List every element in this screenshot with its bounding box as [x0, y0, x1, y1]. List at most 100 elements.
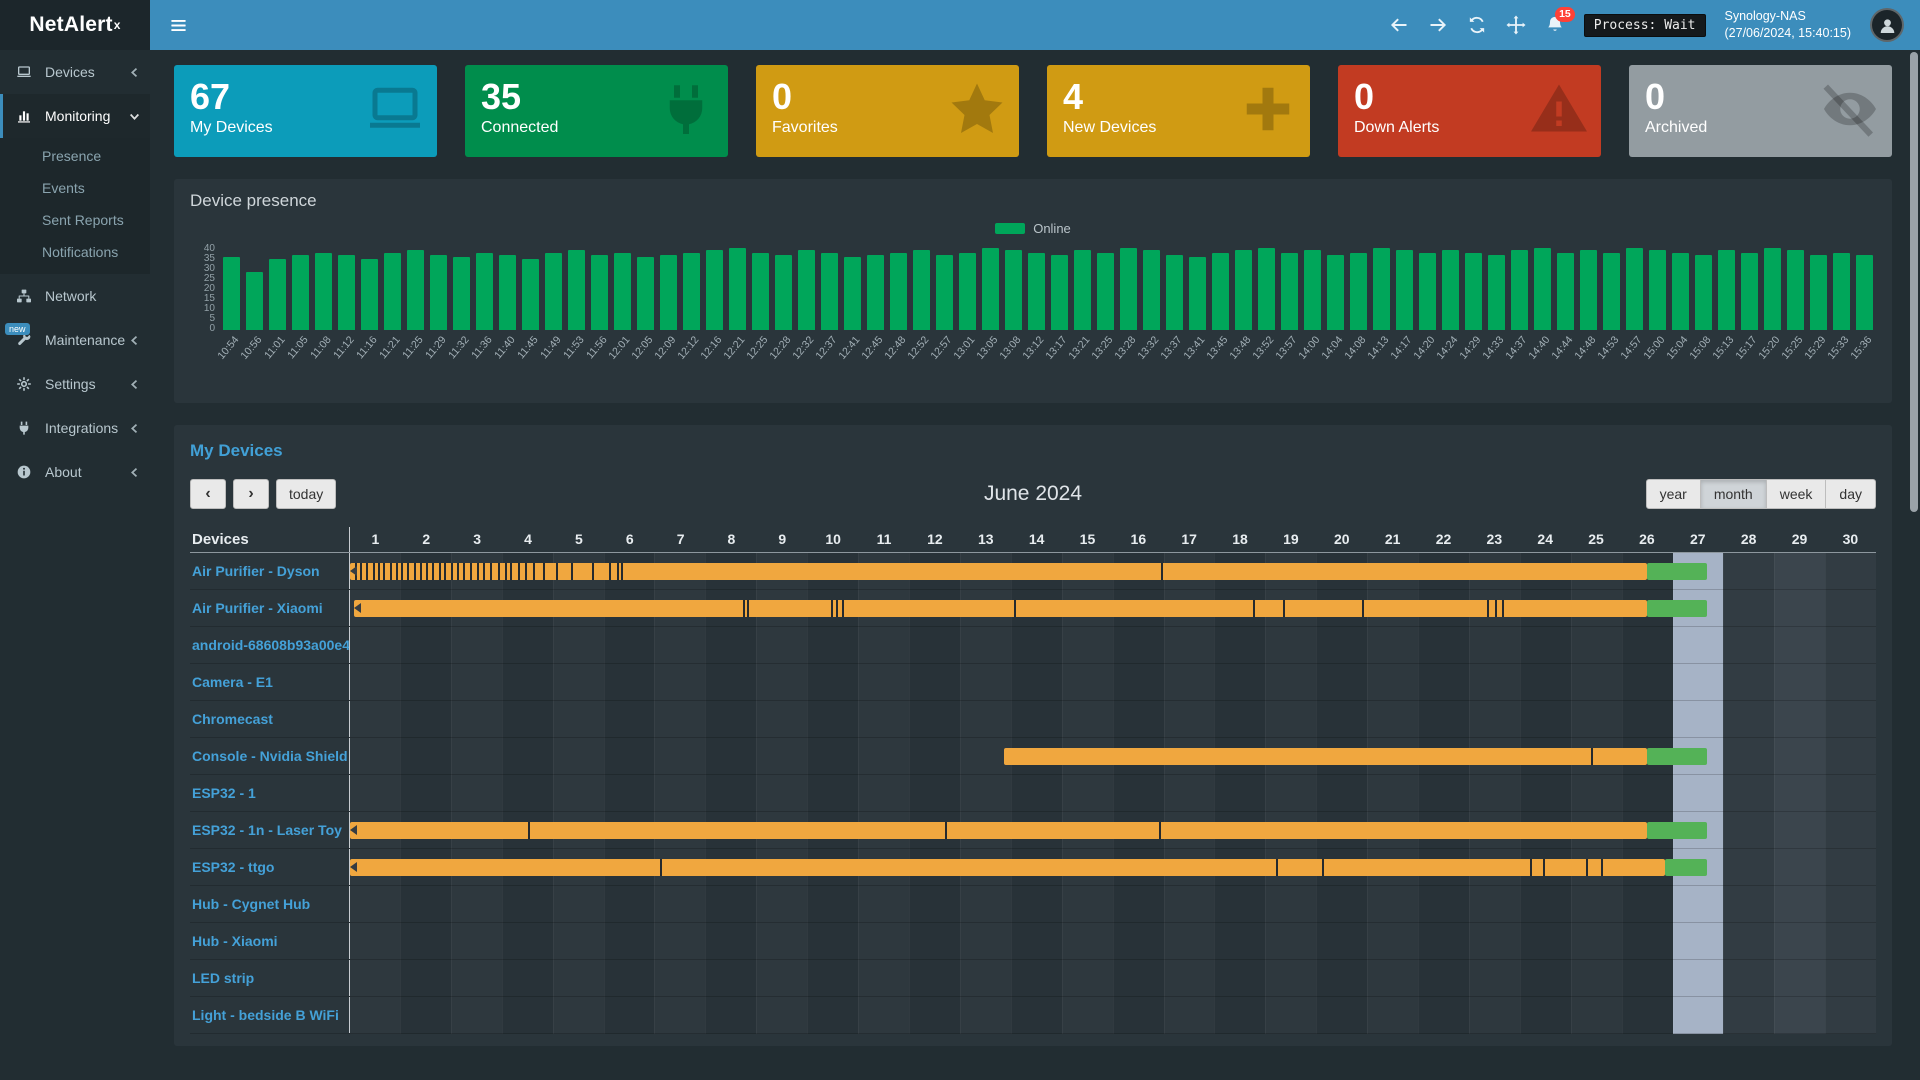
x-tick-label: 14:20 [1412, 334, 1438, 362]
sidebar-item-monitoring[interactable]: Monitoring [0, 94, 150, 138]
x-tick-label: 11:01 [262, 334, 288, 361]
disconnect-gap [533, 563, 535, 580]
online-presence-bar[interactable] [350, 859, 1665, 876]
view-button-day[interactable]: day [1826, 479, 1876, 509]
device-name-link[interactable]: Chromecast [190, 701, 350, 737]
device-name-link[interactable]: Light - bedside B WiFi [190, 997, 350, 1033]
device-name-link[interactable]: android-68608b93a00e4 [190, 627, 350, 663]
online-count-bar [1718, 250, 1736, 330]
now-presence-bar[interactable] [1647, 600, 1707, 617]
sidebar-item-about[interactable]: About [0, 450, 150, 494]
device-name-link[interactable]: Camera - E1 [190, 664, 350, 700]
device-row-light-bedside-b-wifi: Light - bedside B WiFi [190, 997, 1876, 1034]
bar-slot [1186, 244, 1209, 330]
online-count-bar [936, 255, 954, 330]
legend-label: Online [1033, 221, 1071, 236]
scrollbar-thumb[interactable] [1910, 52, 1918, 512]
online-count-bar [1672, 253, 1690, 330]
x-tick-label: 14:44 [1550, 334, 1576, 362]
device-name-link[interactable]: ESP32 - 1 [190, 775, 350, 811]
online-count-bar [1281, 253, 1299, 330]
sidebar-item-integrations[interactable]: Integrations [0, 406, 150, 450]
device-name-link[interactable]: ESP32 - ttgo [190, 849, 350, 885]
nav-forward-icon[interactable] [1428, 15, 1448, 35]
stat-card-new-devices[interactable]: 4New Devices [1047, 65, 1310, 157]
online-count-bar [1626, 248, 1644, 330]
x-tick: 13:41 [1186, 333, 1209, 391]
stat-card-my-devices[interactable]: 67My Devices [174, 65, 437, 157]
sidebar-item-maintenance[interactable]: Maintenancenew [0, 318, 150, 362]
device-name-link[interactable]: Hub - Xiaomi [190, 923, 350, 959]
bar-slot [427, 244, 450, 330]
bar-slot [933, 244, 956, 330]
online-count-bar [913, 250, 931, 330]
online-presence-bar[interactable] [1004, 748, 1647, 765]
bar-slot [1439, 244, 1462, 330]
stat-card-down-alerts[interactable]: 0Down Alerts [1338, 65, 1601, 157]
chevron-left-icon [129, 67, 140, 78]
now-presence-bar[interactable] [1647, 563, 1707, 580]
x-tick-label: 11:45 [515, 334, 541, 361]
disconnect-gap [1586, 859, 1588, 876]
bar-slot [1071, 244, 1094, 330]
device-name-link[interactable]: Air Purifier - Xiaomi [190, 590, 350, 626]
bar-slot [1462, 244, 1485, 330]
nav-back-icon[interactable] [1389, 15, 1409, 35]
refresh-icon[interactable] [1467, 15, 1487, 35]
online-count-bar [1557, 253, 1575, 330]
presence-chart: 4035302520151050 10:5410:5611:0111:0511:… [190, 244, 1876, 391]
x-tick: 14:33 [1485, 333, 1508, 391]
sidebar-item-devices[interactable]: Devices [0, 50, 150, 94]
stat-card-connected[interactable]: 35Connected [465, 65, 728, 157]
sidebar-item-label: About [45, 464, 82, 480]
disconnect-gap [747, 600, 749, 617]
bar-slot [381, 244, 404, 330]
now-presence-bar[interactable] [1647, 748, 1707, 765]
now-presence-bar[interactable] [1665, 859, 1707, 876]
now-presence-bar[interactable] [1647, 822, 1707, 839]
device-row-esp32-ttgo: ESP32 - ttgo [190, 849, 1876, 886]
today-button[interactable]: today [276, 479, 336, 509]
view-button-month[interactable]: month [1701, 479, 1767, 509]
device-name-link[interactable]: Hub - Cygnet Hub [190, 886, 350, 922]
sidebar-subitem-presence[interactable]: Presence [0, 140, 150, 172]
bar-slot [726, 244, 749, 330]
x-tick-label: 12:25 [745, 334, 771, 362]
device-name-link[interactable]: Console - Nvidia Shield TV [190, 738, 350, 774]
sidebar-menu: DevicesMonitoringPresenceEventsSent Repo… [0, 50, 150, 494]
next-month-button[interactable]: › [233, 479, 269, 509]
disconnect-gap [407, 563, 409, 580]
online-presence-bar[interactable] [354, 600, 1647, 617]
notifications-bell-icon[interactable]: 15 [1545, 15, 1565, 35]
stat-card-archived[interactable]: 0Archived [1629, 65, 1892, 157]
my-devices-heading[interactable]: My Devices [190, 441, 1876, 461]
x-tick-label: 13:48 [1228, 334, 1254, 362]
prev-month-button[interactable]: ‹ [190, 479, 226, 509]
disconnect-gap [1159, 822, 1161, 839]
view-button-week[interactable]: week [1767, 479, 1827, 509]
sidebar-toggle-button[interactable] [156, 0, 200, 50]
online-presence-bar[interactable] [350, 822, 1647, 839]
x-tick-label: 14:48 [1573, 334, 1599, 362]
sidebar-subitem-events[interactable]: Events [0, 172, 150, 204]
user-avatar[interactable] [1870, 8, 1904, 42]
brand-logo[interactable]: NetAlertx [0, 0, 150, 50]
sidebar-item-network[interactable]: Network [0, 274, 150, 318]
view-button-year[interactable]: year [1646, 479, 1701, 509]
bar-slot [1715, 244, 1738, 330]
sidebar-subitem-notifications[interactable]: Notifications [0, 236, 150, 268]
sidebar-subitem-sent-reports[interactable]: Sent Reports [0, 204, 150, 236]
sidebar-item-settings[interactable]: Settings [0, 362, 150, 406]
online-count-bar [1442, 250, 1460, 330]
device-name-link[interactable]: LED strip [190, 960, 350, 996]
x-tick-label: 15:00 [1642, 334, 1668, 362]
stat-card-favorites[interactable]: 0Favorites [756, 65, 1019, 157]
device-row-android-68608b93a00e4: android-68608b93a00e4 [190, 627, 1876, 664]
legend-swatch-online [995, 223, 1025, 234]
fullscreen-move-icon[interactable] [1506, 15, 1526, 35]
x-tick: 14:24 [1439, 333, 1462, 391]
device-name-link[interactable]: ESP32 - 1n - Laser Toy [190, 812, 350, 848]
device-name-link[interactable]: Air Purifier - Dyson [190, 553, 350, 589]
online-count-bar [1304, 250, 1322, 330]
gantt-header: Devices 12345678910111213141516171819202… [190, 527, 1876, 553]
